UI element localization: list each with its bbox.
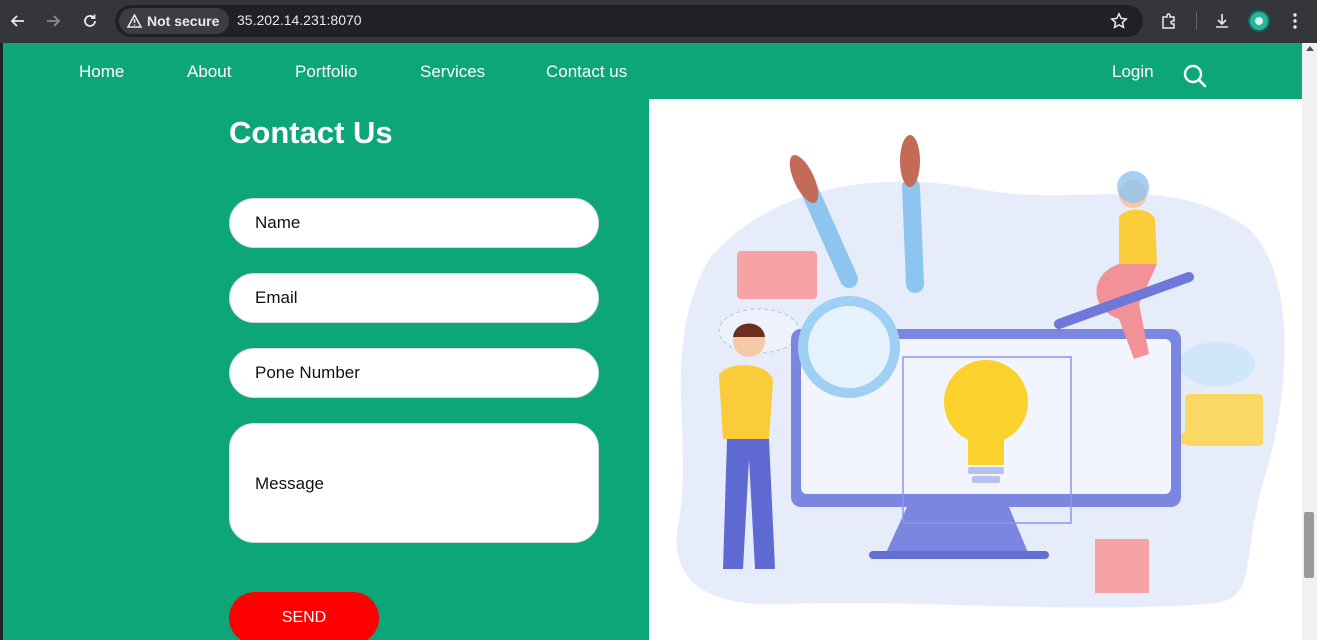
back-button[interactable] — [5, 8, 31, 34]
profile-icon — [1255, 17, 1263, 25]
scroll-up-icon[interactable] — [1306, 46, 1314, 51]
security-label: Not secure — [147, 13, 220, 29]
forward-button[interactable] — [40, 8, 66, 34]
kebab-menu-icon — [1293, 13, 1297, 29]
paint-brush-icon — [902, 178, 924, 293]
star-icon — [1110, 12, 1128, 29]
extensions-button[interactable] — [1156, 8, 1182, 34]
nav-services[interactable]: Services — [420, 62, 485, 82]
browser-toolbar: Not secure 35.202.14.231:8070 — [0, 0, 1317, 43]
phone-input[interactable] — [229, 348, 599, 398]
download-icon — [1216, 14, 1228, 28]
magnifier-icon — [798, 296, 900, 398]
page-scrollbar[interactable] — [1302, 43, 1317, 640]
note-square — [1095, 539, 1149, 593]
puzzle-icon — [1162, 13, 1175, 29]
nav-contact-us[interactable]: Contact us — [546, 62, 627, 82]
send-button[interactable]: SEND — [229, 592, 379, 640]
address-bar[interactable]: Not secure 35.202.14.231:8070 — [115, 5, 1143, 37]
security-chip[interactable]: Not secure — [119, 8, 230, 34]
back-arrow-icon — [10, 15, 24, 27]
login-link[interactable]: Login — [1112, 62, 1154, 82]
reload-icon — [84, 14, 96, 27]
reload-button[interactable] — [77, 8, 103, 34]
nav-home[interactable]: Home — [79, 62, 124, 82]
chrome-menu-button[interactable] — [1282, 8, 1308, 34]
downloads-button[interactable] — [1209, 8, 1235, 34]
page-viewport: Home About Portfolio Services Contact us… — [3, 43, 1302, 640]
url-text: 35.202.14.231:8070 — [237, 12, 362, 28]
scroll-thumb[interactable] — [1304, 512, 1314, 578]
name-input[interactable] — [229, 198, 599, 248]
contact-form-panel: Contact Us SEND — [3, 99, 649, 640]
toolbar-divider — [1196, 12, 1197, 30]
profile-avatar[interactable] — [1248, 10, 1270, 32]
nav-about[interactable]: About — [187, 62, 231, 82]
nav-portfolio[interactable]: Portfolio — [295, 62, 357, 82]
bookmark-button[interactable] — [1106, 8, 1132, 34]
page-title: Contact Us — [229, 115, 393, 150]
chat-bubble-icon — [737, 251, 817, 299]
creative-idea-illustration — [676, 135, 1285, 608]
forward-arrow-icon — [47, 15, 61, 27]
message-textarea[interactable] — [229, 423, 599, 543]
message-bubble-icon — [1185, 394, 1263, 446]
monitor-stand — [885, 507, 1029, 555]
email-input[interactable] — [229, 273, 599, 323]
illustration-panel — [649, 99, 1302, 640]
light-bulb-icon — [944, 360, 1028, 444]
cloud-right-icon — [1179, 342, 1255, 386]
warning-triangle-icon — [127, 14, 142, 28]
site-navbar: Home About Portfolio Services Contact us… — [3, 43, 1302, 99]
search-icon[interactable] — [1182, 63, 1208, 89]
